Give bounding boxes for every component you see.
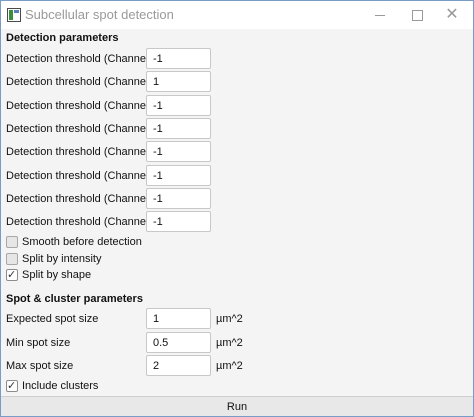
threshold-input-channel-1[interactable] [146, 48, 211, 69]
threshold-input-channel-7[interactable] [146, 188, 211, 209]
dialog-content: Detection parameters Detection threshold… [1, 29, 473, 396]
split-by-shape-label: Split by shape [22, 269, 92, 281]
expected-spot-size-input[interactable] [146, 308, 211, 329]
threshold-label-channel-7: Detection threshold (Channel 7) [6, 193, 162, 205]
max-spot-size-unit: µm^2 [216, 360, 243, 372]
threshold-label-channel-2: Detection threshold (Channel 2) [6, 76, 162, 88]
max-spot-size-input[interactable] [146, 355, 211, 376]
include-clusters-checkbox[interactable]: ✓ [6, 380, 18, 392]
threshold-input-channel-3[interactable] [146, 95, 211, 116]
split-by-intensity-label: Split by intensity [22, 253, 102, 265]
threshold-label-channel-6: Detection threshold (Channel 6) [6, 170, 162, 182]
min-spot-size-unit: µm^2 [216, 337, 243, 349]
threshold-input-channel-2[interactable] [146, 71, 211, 92]
split-by-intensity-option[interactable]: Split by intensity [6, 252, 101, 266]
split-by-shape-checkbox[interactable]: ✓ [6, 269, 18, 281]
expected-spot-size-label: Expected spot size [6, 313, 99, 325]
expected-spot-size-unit: µm^2 [216, 313, 243, 325]
threshold-label-channel-8: Detection threshold (Channel 8) [6, 216, 162, 228]
window-title: Subcellular spot detection [25, 7, 174, 22]
minimize-icon [375, 14, 385, 16]
title-bar[interactable]: Subcellular spot detection ✕ [1, 1, 473, 29]
threshold-label-channel-3: Detection threshold (Channel 3) [6, 100, 162, 112]
min-spot-size-input[interactable] [146, 332, 211, 353]
threshold-input-channel-4[interactable] [146, 118, 211, 139]
close-button[interactable]: ✕ [429, 1, 473, 29]
split-by-shape-option[interactable]: ✓ Split by shape [6, 268, 91, 282]
split-by-intensity-checkbox[interactable] [6, 253, 18, 265]
max-spot-size-label: Max spot size [6, 360, 74, 372]
check-mark-icon: ✓ [7, 269, 17, 281]
threshold-input-channel-5[interactable] [146, 141, 211, 162]
include-clusters-option[interactable]: ✓ Include clusters [6, 379, 98, 393]
smooth-before-detection-label: Smooth before detection [22, 236, 142, 248]
threshold-label-channel-1: Detection threshold (Channel 1) [6, 53, 162, 65]
check-mark-icon: ✓ [7, 380, 17, 392]
java-app-icon [7, 8, 21, 22]
smooth-before-detection-checkbox[interactable] [6, 236, 18, 248]
include-clusters-label: Include clusters [22, 380, 99, 392]
maximize-icon [411, 9, 423, 21]
threshold-label-channel-5: Detection threshold (Channel 5) [6, 146, 162, 158]
smooth-before-detection-option[interactable]: Smooth before detection [6, 235, 142, 249]
spot-cluster-parameters-heading: Spot & cluster parameters [6, 293, 143, 305]
run-button[interactable]: Run [1, 396, 473, 416]
close-icon: ✕ [445, 6, 459, 23]
threshold-input-channel-6[interactable] [146, 165, 211, 186]
dialog-window: Subcellular spot detection ✕ Detection p… [0, 0, 474, 417]
threshold-input-channel-8[interactable] [146, 211, 211, 232]
min-spot-size-label: Min spot size [6, 337, 71, 349]
detection-parameters-heading: Detection parameters [6, 32, 119, 44]
threshold-label-channel-4: Detection threshold (Channel 4) [6, 123, 162, 135]
